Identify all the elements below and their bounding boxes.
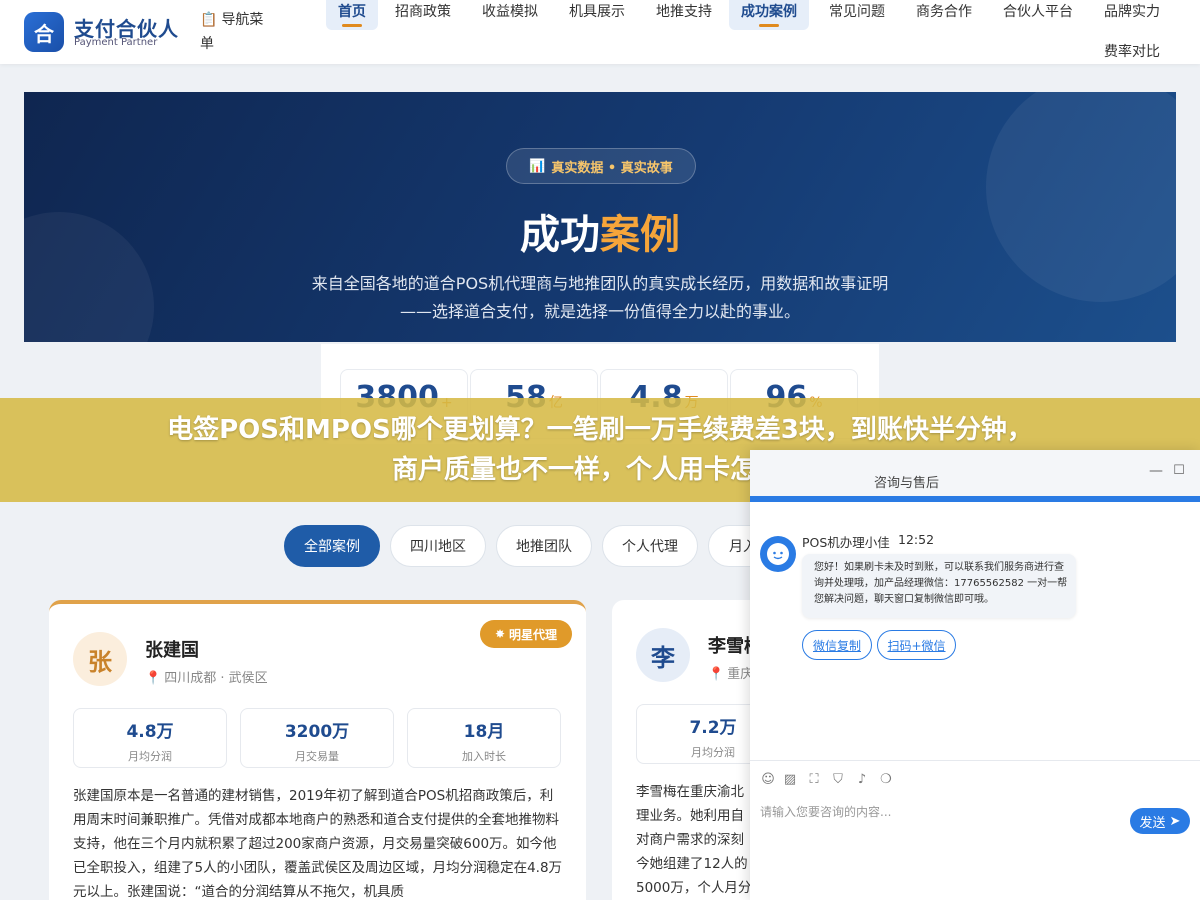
chat-bubbles-icon[interactable]: ❍ [878,772,894,788]
nav-home[interactable]: 首页 [326,0,378,30]
case-name: 张建国 [145,640,199,661]
send-button-label: 发送 [1139,815,1166,831]
nav-menu-toggle[interactable]: 📋 导航菜单 [200,8,274,56]
headline-line: 电签POS和MPOS哪个更划算？一笔刷一万手续费差3块，到账快半分钟， [167,415,1033,445]
location-pin-icon: 📍 [145,671,162,686]
nav-partner-platform[interactable]: 合伙人平台 [991,0,1085,30]
nav-devices[interactable]: 机具展示 [557,0,637,30]
filter-field-team[interactable]: 地推团队 [496,525,592,567]
nav-rate-compare[interactable]: 费率对比 [1092,40,1172,70]
location-pin-icon: 📍 [708,667,725,682]
send-icon: ➤ [1169,813,1181,829]
hero-badge-label: 真实数据 • 真实故事 [551,160,673,176]
nav-success-cases[interactable]: 成功案例 [729,0,809,30]
chat-title: 咨询与售后 [874,476,940,491]
sound-icon[interactable]: ♪ [854,772,870,788]
filter-individual[interactable]: 个人代理 [602,525,698,567]
chat-header: 咨询与售后 — ☐ [750,450,1200,502]
scan-wechat-button[interactable]: 扫码+微信 [877,630,956,660]
chat-widget: 咨询与售后 — ☐ POS机办理小佳 12:52 您好！如果刷卡未及时到账，可以… [750,450,1200,900]
image-icon[interactable]: ▨ [782,772,798,788]
nav-field-support[interactable]: 地推支持 [644,0,724,30]
clipboard-icon: 📋 [200,12,218,28]
chat-toolbar: ☺ ▨ ⛶ ⛉ ♪ ❍ [750,760,1200,800]
metric-value: 4.8万 [126,722,174,742]
nav-income-sim[interactable]: 收益模拟 [470,0,550,30]
decor-circle [986,92,1176,302]
hero-section: 📊 真实数据 • 真实故事 成功案例 来自全国各地的道合POS机代理商与地推团队… [24,92,1176,342]
hero-title-main: 成功 [520,212,600,258]
shield-icon[interactable]: ⛉ [830,772,846,788]
case-location-text: 四川成都 · 武侯区 [164,671,268,686]
nav-brand[interactable]: 品牌实力 [1092,0,1172,30]
copy-wechat-button[interactable]: 微信复制 [802,630,872,660]
avatar: 李 [636,628,690,682]
minimize-icon[interactable]: — [1147,462,1165,480]
metric-box: 18月加入时长 [407,708,561,768]
user-icon [767,543,789,565]
metric-box: 3200万月交易量 [240,708,394,768]
emoji-icon[interactable]: ☺ [760,772,776,788]
metric-label: 加入时长 [462,750,506,763]
metric-value: 3200万 [284,722,350,742]
metric-label: 月均分润 [128,750,172,763]
story-line: 李雪梅在重庆渝北 [636,784,744,800]
case-location: 📍 四川成都 · 武侯区 [145,667,268,686]
metric-label: 月交易量 [295,750,339,763]
hero-title: 成功案例 [24,202,1176,260]
nav-faq[interactable]: 常见问题 [817,0,897,30]
avatar: 张 [73,632,127,686]
star-agent-badge: ✸ 明星代理 [480,620,572,648]
metric-value: 18月 [463,722,505,742]
story-line: 今她组建了12人的 [636,856,748,872]
top-navigation-bar: 合 支付合伙人 Payment Partner 📋 导航菜单 首页 招商政策 收益… [0,0,1200,64]
case-story: 张建国原本是一名普通的建材销售，2019年初了解到道合POS机招商政策后，利用周… [73,788,563,900]
bar-chart-icon: 📊 [529,158,546,174]
case-location: 📍 重庆 [708,663,753,682]
case-story: 李雪梅在重庆渝北 理业务。她利用自 对商户需求的深刻 今她组建了12人的 500… [636,780,756,900]
hero-title-highlight: 案例 [600,212,680,258]
hero-badge: 📊 真实数据 • 真实故事 [506,148,696,184]
filter-all-cases[interactable]: 全部案例 [284,525,380,567]
agent-name: POS机办理小佳 [802,535,890,550]
agent-message: 您好！如果刷卡未及时到账，可以联系我们服务商进行查询并处理哦，加产品经理微信：1… [802,554,1076,618]
story-line: 对商户需求的深刻 [636,832,744,848]
star-icon: ✸ [494,627,506,641]
story-line: 5000万，个人月分 [636,880,752,896]
send-button[interactable]: 发送 ➤ [1130,808,1190,834]
message-time: 12:52 [898,532,935,547]
brand-logo[interactable]: 合 [24,12,64,52]
maximize-icon[interactable]: ☐ [1170,462,1188,480]
filter-sichuan[interactable]: 四川地区 [390,525,486,567]
hero-description: 来自全国各地的道合POS机代理商与地推团队的真实成长经历，用数据和故事证明——选… [311,274,889,321]
chat-input[interactable] [760,800,1120,824]
star-badge-label: 明星代理 [509,627,558,642]
case-card[interactable]: 张 张建国 📍 四川成都 · 武侯区 ✸ 明星代理 4.8万月均分润 3200万月交… [49,600,586,900]
nav-recruit-policy[interactable]: 招商政策 [383,0,463,30]
brand-subtitle: Payment Partner [74,37,158,48]
screenshot-icon[interactable]: ⛶ [806,772,822,788]
agent-avatar [760,536,796,572]
story-line: 理业务。她利用自 [636,808,744,824]
nav-business[interactable]: 商务合作 [904,0,984,30]
metric-box: 4.8万月均分润 [73,708,227,768]
